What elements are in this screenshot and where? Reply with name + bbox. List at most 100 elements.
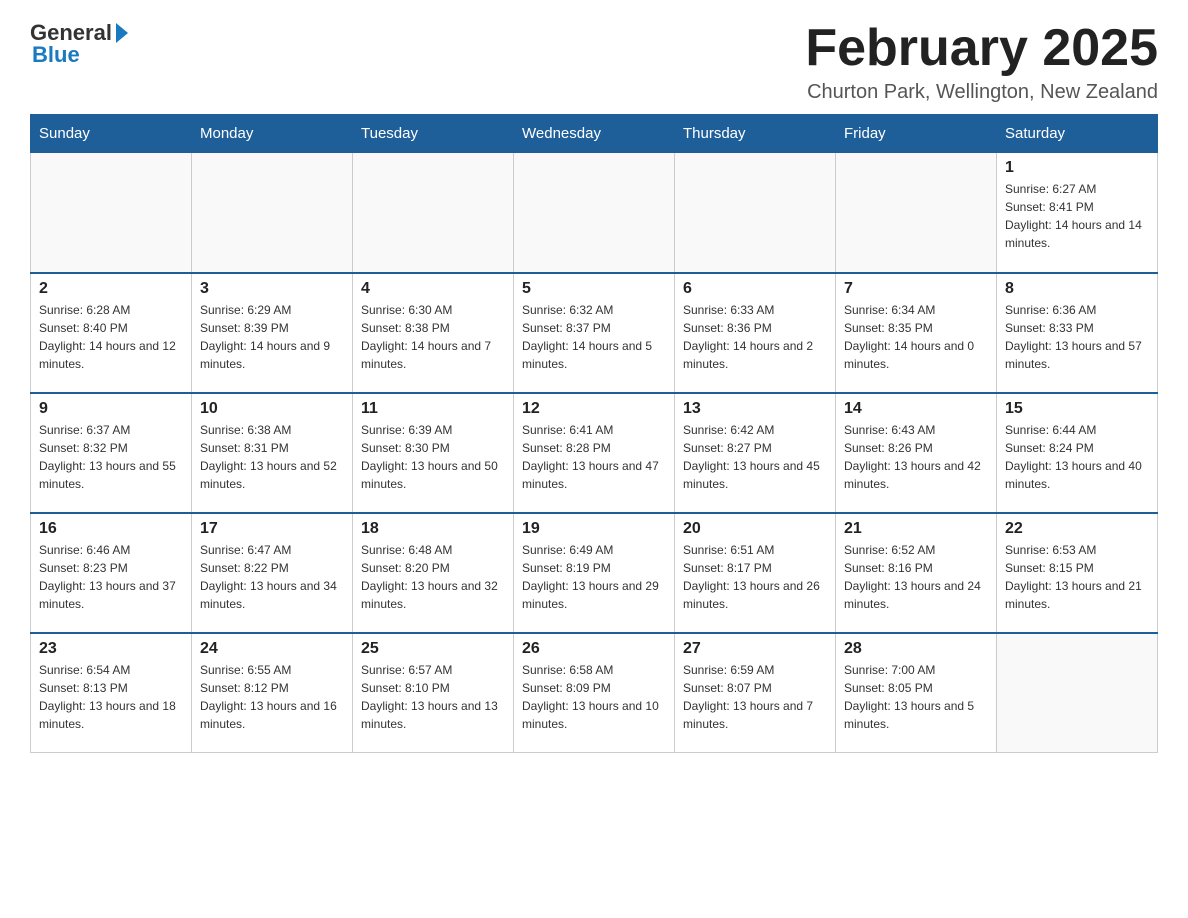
calendar-day-cell: 13 Sunrise: 6:42 AMSunset: 8:27 PMDayligh…	[675, 393, 836, 513]
weekday-header-wednesday: Wednesday	[514, 115, 675, 153]
calendar-day-cell: 17 Sunrise: 6:47 AMSunset: 8:22 PMDayligh…	[192, 513, 353, 633]
day-number: 28	[844, 640, 988, 658]
day-number: 8	[1005, 280, 1149, 298]
day-number: 21	[844, 520, 988, 538]
weekday-header-thursday: Thursday	[675, 115, 836, 153]
day-number: 2	[39, 280, 183, 298]
day-number: 12	[522, 400, 666, 418]
day-number: 15	[1005, 400, 1149, 418]
day-info: Sunrise: 6:41 AMSunset: 8:28 PMDaylight:…	[522, 421, 666, 493]
page-header: General Blue February 2025 Churton Park,…	[30, 20, 1158, 104]
calendar-day-cell: 1 Sunrise: 6:27 AMSunset: 8:41 PMDaylight…	[997, 153, 1158, 273]
calendar-week-row: 1 Sunrise: 6:27 AMSunset: 8:41 PMDaylight…	[31, 153, 1158, 273]
calendar-day-cell: 15 Sunrise: 6:44 AMSunset: 8:24 PMDayligh…	[997, 393, 1158, 513]
calendar-day-cell: 19 Sunrise: 6:49 AMSunset: 8:19 PMDayligh…	[514, 513, 675, 633]
day-info: Sunrise: 6:59 AMSunset: 8:07 PMDaylight:…	[683, 661, 827, 733]
calendar-day-cell	[353, 153, 514, 273]
weekday-header-saturday: Saturday	[997, 115, 1158, 153]
location-subtitle: Churton Park, Wellington, New Zealand	[805, 81, 1158, 104]
calendar-day-cell: 16Sunrise: 6:46 AMSunset: 8:23 PMDayligh…	[31, 513, 192, 633]
calendar-day-cell: 8 Sunrise: 6:36 AMSunset: 8:33 PMDaylight…	[997, 273, 1158, 393]
day-number: 26	[522, 640, 666, 658]
calendar-table: SundayMondayTuesdayWednesdayThursdayFrid…	[30, 114, 1158, 753]
day-number: 25	[361, 640, 505, 658]
day-info: Sunrise: 6:38 AMSunset: 8:31 PMDaylight:…	[200, 421, 344, 493]
day-number: 11	[361, 400, 505, 418]
day-info: Sunrise: 6:55 AMSunset: 8:12 PMDaylight:…	[200, 661, 344, 733]
day-info: Sunrise: 6:37 AMSunset: 8:32 PMDaylight:…	[39, 421, 183, 493]
day-info: Sunrise: 6:27 AMSunset: 8:41 PMDaylight:…	[1005, 180, 1149, 252]
calendar-day-cell	[675, 153, 836, 273]
calendar-day-cell: 28 Sunrise: 7:00 AMSunset: 8:05 PMDayligh…	[836, 633, 997, 753]
calendar-day-cell: 24 Sunrise: 6:55 AMSunset: 8:12 PMDayligh…	[192, 633, 353, 753]
day-info: Sunrise: 6:53 AMSunset: 8:15 PMDaylight:…	[1005, 541, 1149, 613]
calendar-day-cell: 9 Sunrise: 6:37 AMSunset: 8:32 PMDaylight…	[31, 393, 192, 513]
calendar-day-cell: 20Sunrise: 6:51 AMSunset: 8:17 PMDayligh…	[675, 513, 836, 633]
calendar-day-cell: 6Sunrise: 6:33 AMSunset: 8:36 PMDaylight…	[675, 273, 836, 393]
day-number: 9	[39, 400, 183, 418]
day-number: 1	[1005, 159, 1149, 177]
day-info: Sunrise: 6:43 AMSunset: 8:26 PMDaylight:…	[844, 421, 988, 493]
logo-blue-text: Blue	[32, 42, 80, 68]
day-info: Sunrise: 6:47 AMSunset: 8:22 PMDaylight:…	[200, 541, 344, 613]
day-info: Sunrise: 6:44 AMSunset: 8:24 PMDaylight:…	[1005, 421, 1149, 493]
calendar-day-cell: 23 Sunrise: 6:54 AMSunset: 8:13 PMDayligh…	[31, 633, 192, 753]
calendar-week-row: 16Sunrise: 6:46 AMSunset: 8:23 PMDayligh…	[31, 513, 1158, 633]
logo: General Blue	[30, 20, 128, 68]
day-info: Sunrise: 7:00 AMSunset: 8:05 PMDaylight:…	[844, 661, 988, 733]
day-number: 5	[522, 280, 666, 298]
calendar-week-row: 2 Sunrise: 6:28 AMSunset: 8:40 PMDaylight…	[31, 273, 1158, 393]
day-info: Sunrise: 6:32 AMSunset: 8:37 PMDaylight:…	[522, 301, 666, 373]
day-number: 7	[844, 280, 988, 298]
day-info: Sunrise: 6:48 AMSunset: 8:20 PMDaylight:…	[361, 541, 505, 613]
day-info: Sunrise: 6:28 AMSunset: 8:40 PMDaylight:…	[39, 301, 183, 373]
day-number: 27	[683, 640, 827, 658]
calendar-week-row: 9 Sunrise: 6:37 AMSunset: 8:32 PMDaylight…	[31, 393, 1158, 513]
calendar-day-cell	[514, 153, 675, 273]
calendar-day-cell: 5 Sunrise: 6:32 AMSunset: 8:37 PMDaylight…	[514, 273, 675, 393]
calendar-day-cell: 18Sunrise: 6:48 AMSunset: 8:20 PMDayligh…	[353, 513, 514, 633]
day-number: 22	[1005, 520, 1149, 538]
day-info: Sunrise: 6:29 AMSunset: 8:39 PMDaylight:…	[200, 301, 344, 373]
day-info: Sunrise: 6:51 AMSunset: 8:17 PMDaylight:…	[683, 541, 827, 613]
calendar-day-cell	[997, 633, 1158, 753]
day-number: 23	[39, 640, 183, 658]
calendar-day-cell	[192, 153, 353, 273]
day-number: 24	[200, 640, 344, 658]
calendar-day-cell	[31, 153, 192, 273]
weekday-header-row: SundayMondayTuesdayWednesdayThursdayFrid…	[31, 115, 1158, 153]
month-title: February 2025	[805, 20, 1158, 77]
calendar-day-cell: 14 Sunrise: 6:43 AMSunset: 8:26 PMDayligh…	[836, 393, 997, 513]
day-info: Sunrise: 6:49 AMSunset: 8:19 PMDaylight:…	[522, 541, 666, 613]
calendar-day-cell: 2 Sunrise: 6:28 AMSunset: 8:40 PMDaylight…	[31, 273, 192, 393]
day-number: 16	[39, 520, 183, 538]
day-info: Sunrise: 6:58 AMSunset: 8:09 PMDaylight:…	[522, 661, 666, 733]
day-number: 17	[200, 520, 344, 538]
day-info: Sunrise: 6:33 AMSunset: 8:36 PMDaylight:…	[683, 301, 827, 373]
day-info: Sunrise: 6:42 AMSunset: 8:27 PMDaylight:…	[683, 421, 827, 493]
weekday-header-friday: Friday	[836, 115, 997, 153]
calendar-day-cell: 25Sunrise: 6:57 AMSunset: 8:10 PMDayligh…	[353, 633, 514, 753]
calendar-day-cell: 4 Sunrise: 6:30 AMSunset: 8:38 PMDaylight…	[353, 273, 514, 393]
day-number: 19	[522, 520, 666, 538]
logo-arrow-icon	[116, 23, 128, 43]
calendar-day-cell: 27 Sunrise: 6:59 AMSunset: 8:07 PMDayligh…	[675, 633, 836, 753]
day-info: Sunrise: 6:34 AMSunset: 8:35 PMDaylight:…	[844, 301, 988, 373]
day-info: Sunrise: 6:54 AMSunset: 8:13 PMDaylight:…	[39, 661, 183, 733]
calendar-week-row: 23 Sunrise: 6:54 AMSunset: 8:13 PMDayligh…	[31, 633, 1158, 753]
calendar-day-cell: 21 Sunrise: 6:52 AMSunset: 8:16 PMDayligh…	[836, 513, 997, 633]
calendar-day-cell: 10Sunrise: 6:38 AMSunset: 8:31 PMDayligh…	[192, 393, 353, 513]
day-number: 13	[683, 400, 827, 418]
day-info: Sunrise: 6:30 AMSunset: 8:38 PMDaylight:…	[361, 301, 505, 373]
day-info: Sunrise: 6:52 AMSunset: 8:16 PMDaylight:…	[844, 541, 988, 613]
day-number: 3	[200, 280, 344, 298]
calendar-day-cell: 11Sunrise: 6:39 AMSunset: 8:30 PMDayligh…	[353, 393, 514, 513]
title-section: February 2025 Churton Park, Wellington, …	[805, 20, 1158, 104]
day-number: 4	[361, 280, 505, 298]
day-info: Sunrise: 6:36 AMSunset: 8:33 PMDaylight:…	[1005, 301, 1149, 373]
calendar-day-cell: 26 Sunrise: 6:58 AMSunset: 8:09 PMDayligh…	[514, 633, 675, 753]
weekday-header-monday: Monday	[192, 115, 353, 153]
day-number: 14	[844, 400, 988, 418]
weekday-header-sunday: Sunday	[31, 115, 192, 153]
calendar-day-cell: 3 Sunrise: 6:29 AMSunset: 8:39 PMDaylight…	[192, 273, 353, 393]
